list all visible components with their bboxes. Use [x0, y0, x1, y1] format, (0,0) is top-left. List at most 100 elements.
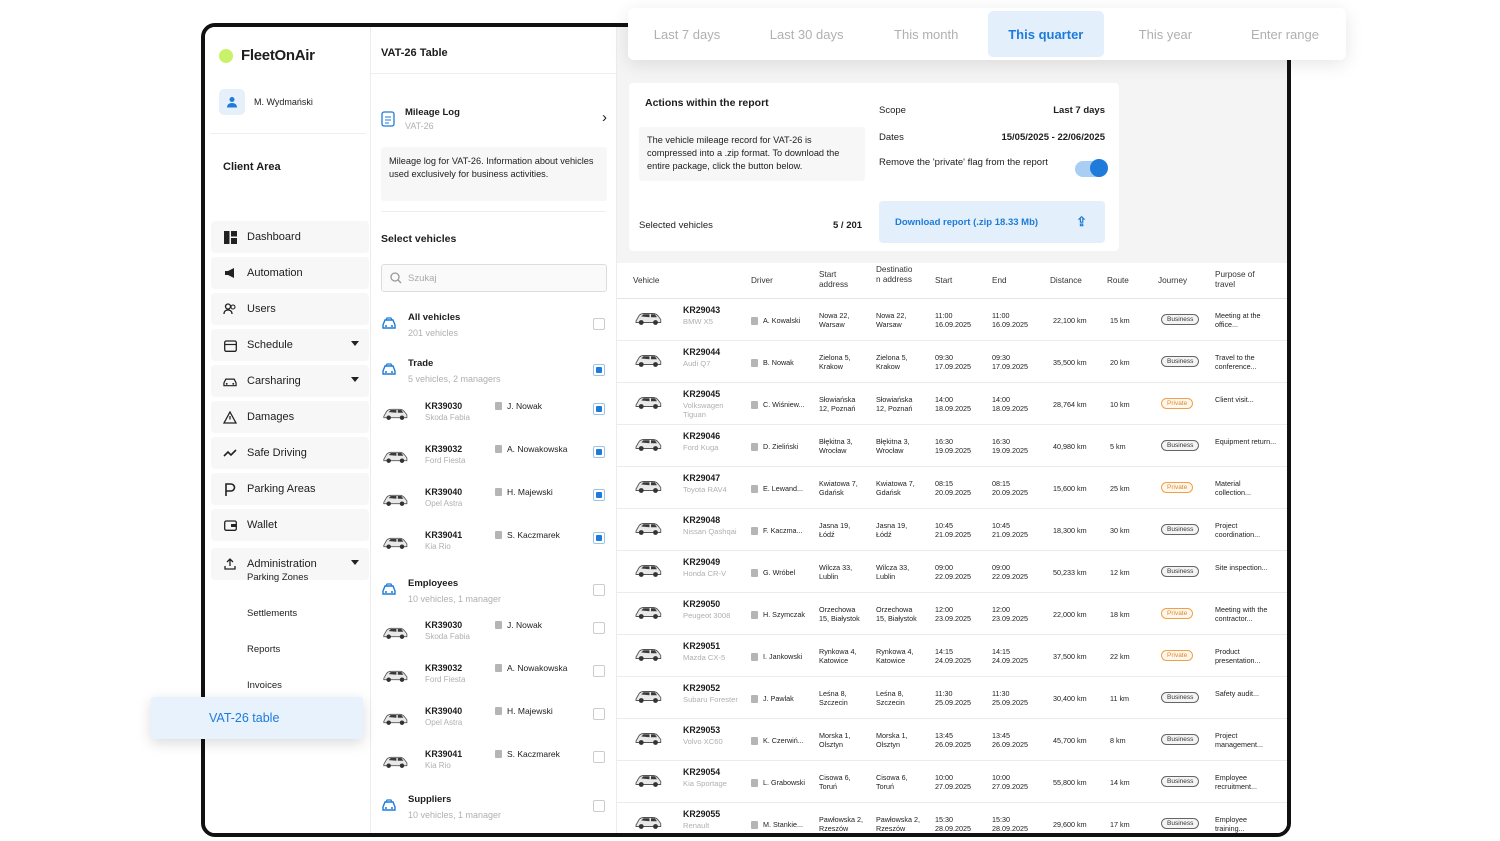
th-driver[interactable]: Driver — [751, 276, 773, 286]
tab-last-30-days[interactable]: Last 30 days — [749, 11, 865, 57]
group-suppliers[interactable]: Suppliers 10 vehicles, 1 manager — [381, 792, 607, 828]
group-employees[interactable]: Employees 10 vehicles, 1 manager — [381, 576, 607, 612]
vehicle-checkbox[interactable] — [593, 708, 605, 720]
vehicle-checkbox[interactable] — [593, 446, 605, 458]
group-all-vehicles[interactable]: All vehicles 201 vehicles — [381, 310, 607, 346]
vehicle-item[interactable]: KR39030 Skoda Fabia J. Nowak — [381, 618, 607, 656]
sidebar-item-label: Carsharing — [247, 375, 301, 387]
table-row[interactable]: KR29051 Mazda CX-5 I. Jankowski Rynkowa 4, … — [617, 635, 1287, 677]
th-destination-address[interactable]: Destination address — [876, 265, 914, 285]
vehicle-item[interactable]: KR39041 Kia Rio S. Kaczmarek — [381, 747, 607, 785]
group-checkbox[interactable] — [593, 800, 605, 812]
chevron-right-icon[interactable]: › — [602, 109, 607, 126]
sidebar-item-automation[interactable]: Automation — [211, 257, 369, 289]
sidebar-item-vat-26-table[interactable]: VAT-26 table — [151, 697, 363, 739]
vehicle-checkbox[interactable] — [593, 665, 605, 677]
row-purpose: Meeting at the office... — [1215, 311, 1261, 329]
tab-this-month[interactable]: This month — [868, 11, 984, 57]
table-row[interactable]: KR29055 Renault M. Stankie... Pawłowska 2, … — [617, 803, 1287, 833]
vehicle-model: Ford Fiesta — [425, 456, 466, 465]
table-row[interactable]: KR29048 Nissan Qashqai F. Kaczma... Jasna 1… — [617, 509, 1287, 551]
row-destination-address: Kwiatowa 7, Gdańsk — [876, 479, 915, 497]
group-trade[interactable]: Trade 5 vehicles, 2 managers — [381, 356, 607, 392]
vehicle-item[interactable]: KR39040 Opel Astra H. Majewski — [381, 704, 607, 742]
download-report-button[interactable]: Download report (.zip 18.33 Mb) ⇪ — [879, 201, 1105, 243]
th-distance[interactable]: Distance — [1050, 276, 1082, 286]
th-route[interactable]: Route — [1107, 276, 1129, 286]
sidebar-item-parking-areas[interactable]: Parking Areas — [211, 473, 369, 505]
vehicle-checkbox[interactable] — [593, 751, 605, 763]
caret-down-icon[interactable] — [351, 341, 359, 346]
row-model: Honda CR-V — [683, 569, 727, 578]
sub-item-invoices[interactable]: Invoices — [247, 680, 282, 691]
vehicle-plate: KR39032 — [425, 663, 463, 673]
sidebar-item-users[interactable]: Users — [211, 293, 369, 325]
tab-enter-range[interactable]: Enter range — [1227, 11, 1343, 57]
search-input[interactable]: Szukaj — [381, 264, 607, 292]
th-start-address[interactable]: Start address — [819, 270, 859, 290]
table-row[interactable]: KR29045 Volkswagen Tiguan C. Wiśniew... Sło… — [617, 383, 1287, 425]
row-driver: C. Wiśniew... — [751, 400, 805, 409]
row-end-time: 15:30 — [992, 815, 1010, 824]
th-end[interactable]: End — [992, 276, 1007, 286]
mileage-log-card[interactable]: Mileage Log VAT-26 › — [381, 99, 609, 139]
th-vehicle[interactable]: Vehicle — [633, 276, 659, 286]
row-start-date: 28.09.2025 — [935, 824, 971, 833]
vehicle-checkbox[interactable] — [593, 622, 605, 634]
caret-down-icon[interactable] — [351, 377, 359, 382]
row-start-time: 14:15 — [935, 647, 953, 656]
vehicle-checkbox[interactable] — [593, 532, 605, 544]
trips-table: Vehicle Driver Start address Destination… — [617, 263, 1287, 833]
person-icon — [495, 445, 502, 453]
vehicle-item[interactable]: KR39041 Kia Rio S. Kaczmarek — [381, 528, 607, 566]
sidebar-item-damages[interactable]: Damages — [211, 401, 369, 433]
group-title: All vehicles — [408, 312, 461, 323]
mileage-log-title: Mileage Log — [405, 107, 460, 118]
journey-badge: Business — [1161, 566, 1200, 577]
table-row[interactable]: KR29052 Subaru Forester J. Pawlak Leśna 8, … — [617, 677, 1287, 719]
table-row[interactable]: KR29054 Kia Sportage L. Grabowski Cisowa 6,… — [617, 761, 1287, 803]
tab-this-year[interactable]: This year — [1107, 11, 1223, 57]
sub-item-reports[interactable]: Reports — [247, 644, 280, 655]
sub-item-settlements[interactable]: Settlements — [247, 608, 297, 619]
group-checkbox[interactable] — [593, 584, 605, 596]
sidebar-item-safe-driving[interactable]: Safe Driving — [211, 437, 369, 469]
row-end-time: 08:15 — [992, 479, 1010, 488]
sidebar-item-carsharing[interactable]: Carsharing — [211, 365, 369, 397]
logo[interactable]: FleetOnAir — [219, 47, 315, 64]
sidebar-item-dashboard[interactable]: Dashboard — [211, 221, 369, 253]
table-row[interactable]: KR29049 Honda CR-V G. Wróbel Wilcza 33, Lub… — [617, 551, 1287, 593]
car-icon — [381, 534, 409, 556]
vehicle-item[interactable]: KR39030 Skoda Fabia J. Nowak — [381, 399, 607, 437]
vehicle-checkbox[interactable] — [593, 403, 605, 415]
row-model: Ford Kuga — [683, 443, 719, 452]
sidebar-item-wallet[interactable]: Wallet — [211, 509, 369, 541]
table-row[interactable]: KR29053 Volvo XC60 K. Czerwiń... Morska 1, … — [617, 719, 1287, 761]
sidebar-item-label: Users — [247, 303, 276, 315]
row-end-time: 13:45 — [992, 731, 1010, 740]
sub-item-parking-zones[interactable]: Parking Zones — [247, 572, 308, 583]
th-journey[interactable]: Journey — [1158, 276, 1187, 286]
group-checkbox[interactable] — [593, 364, 605, 376]
vehicle-checkbox[interactable] — [593, 489, 605, 501]
vehicle-item[interactable]: KR39040 Opel Astra H. Majewski — [381, 485, 607, 523]
sidebar-item-schedule[interactable]: Schedule — [211, 329, 369, 361]
user-profile[interactable]: M. Wydmański — [219, 89, 313, 115]
table-row[interactable]: KR29050 Peugeot 3008 H. Szymczak Orzechowa … — [617, 593, 1287, 635]
group-checkbox[interactable] — [593, 318, 605, 330]
tab-last-7-days[interactable]: Last 7 days — [629, 11, 745, 57]
table-row[interactable]: KR29044 Audi Q7 B. Nowak Zielona 5, Krakow Z… — [617, 341, 1287, 383]
table-row[interactable]: KR29043 BMW X5 A. Kowalski Nowa 22, Warsaw N… — [617, 299, 1287, 341]
caret-down-icon[interactable] — [351, 560, 359, 565]
table-row[interactable]: KR29046 Ford Kuga D. Zieliński Błękitna 3, … — [617, 425, 1287, 467]
vehicle-item[interactable]: KR39032 Ford Fiesta A. Nowakowska — [381, 442, 607, 480]
vehicle-model: Skoda Fabia — [425, 413, 470, 422]
th-start[interactable]: Start — [935, 276, 952, 286]
vehicle-item[interactable]: KR39032 Ford Fiesta A. Nowakowska — [381, 661, 607, 699]
table-row[interactable]: KR29047 Toyota RAV4 E. Lewand... Kwiatowa 7… — [617, 467, 1287, 509]
tab-this-quarter[interactable]: This quarter — [987, 11, 1104, 57]
row-start-address: Błękitna 3, Wrocław — [819, 437, 853, 455]
person-icon — [495, 488, 502, 496]
th-purpose[interactable]: Purpose of travel — [1215, 270, 1275, 290]
private-flag-toggle[interactable] — [1075, 159, 1108, 177]
